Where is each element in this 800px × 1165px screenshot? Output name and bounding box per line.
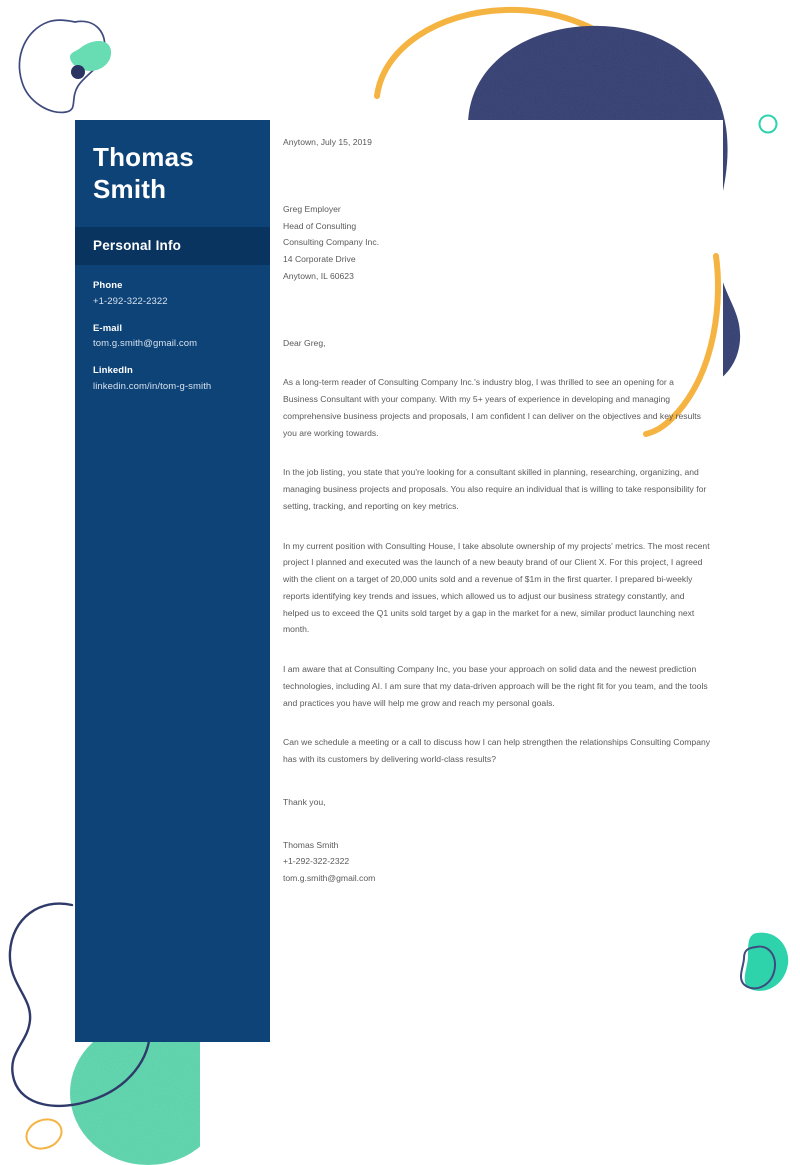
cover-letter-page: Thomas Smith Personal Info Phone +1-292-… — [0, 0, 800, 1165]
recipient-address: Greg Employer Head of Consulting Consult… — [283, 201, 711, 285]
salutation: Dear Greg, — [283, 337, 326, 348]
recipient-company: Consulting Company Inc. — [283, 237, 380, 248]
personal-info-title: Personal Info — [93, 238, 182, 254]
contact-label-phone: Phone — [93, 280, 123, 292]
signature-block: Thomas Smith +1-292-322-2322 tom.g.smith… — [283, 837, 711, 887]
personal-info-header: Personal Info — [75, 227, 270, 266]
contact-item-email: E-mail tom.g.smith@gmail.com — [93, 322, 252, 351]
navy-outline-comma-top-left — [18, 19, 106, 114]
first-name: Thomas — [93, 142, 194, 172]
contact-label-email: E-mail — [93, 322, 123, 334]
contact-list: Phone +1-292-322-2322 E-mail tom.g.smith… — [75, 265, 270, 393]
signature-email: tom.g.smith@gmail.com — [283, 873, 376, 883]
recipient-title: Head of Consulting — [283, 220, 357, 231]
signature-name: Thomas Smith — [283, 839, 339, 850]
contact-value-email[interactable]: tom.g.smith@gmail.com — [93, 336, 252, 351]
navy-outline-blob-bottom-right — [739, 945, 776, 990]
body-paragraph-3: In my current position with Consulting H… — [283, 540, 710, 635]
recipient-name: Greg Employer — [283, 203, 341, 214]
contact-item-linkedin: LinkedIn linkedin.com/in/tom-g-smith — [93, 364, 252, 393]
body-paragraph-4: I am aware that at Consulting Company In… — [283, 664, 708, 708]
letter-body: Anytown, July 15, 2019 Greg Employer Hea… — [283, 134, 711, 887]
mint-blob-bottom-right — [744, 932, 789, 991]
recipient-city: Anytown, IL 60623 — [283, 270, 354, 281]
candidate-name: Thomas Smith — [75, 120, 270, 209]
contact-label-linkedin: LinkedIn — [93, 365, 133, 377]
contact-value-phone[interactable]: +1-292-322-2322 — [93, 294, 252, 309]
body-paragraph-2: In the job listing, you state that you'r… — [283, 467, 707, 511]
body-paragraph-5: Can we schedule a meeting or a call to d… — [283, 737, 711, 764]
orange-ring-bottom-left — [25, 1118, 63, 1150]
contact-item-phone: Phone +1-292-322-2322 — [93, 279, 252, 308]
signature-phone: +1-292-322-2322 — [283, 856, 350, 867]
contact-value-linkedin[interactable]: linkedin.com/in/tom-g-smith — [93, 379, 252, 394]
mint-blob-top-left — [70, 40, 112, 71]
letter-date: Anytown, July 15, 2019 — [283, 137, 372, 147]
teal-ring-top-right — [758, 114, 778, 134]
navy-dot-top-left — [71, 65, 85, 79]
closing-line: Thank you, — [283, 796, 326, 807]
recipient-street: 14 Corporate Drive — [283, 254, 356, 264]
body-paragraph-1: As a long-term reader of Consulting Comp… — [283, 377, 701, 438]
last-name: Smith — [93, 173, 167, 204]
sidebar: Thomas Smith Personal Info Phone +1-292-… — [75, 120, 270, 1042]
